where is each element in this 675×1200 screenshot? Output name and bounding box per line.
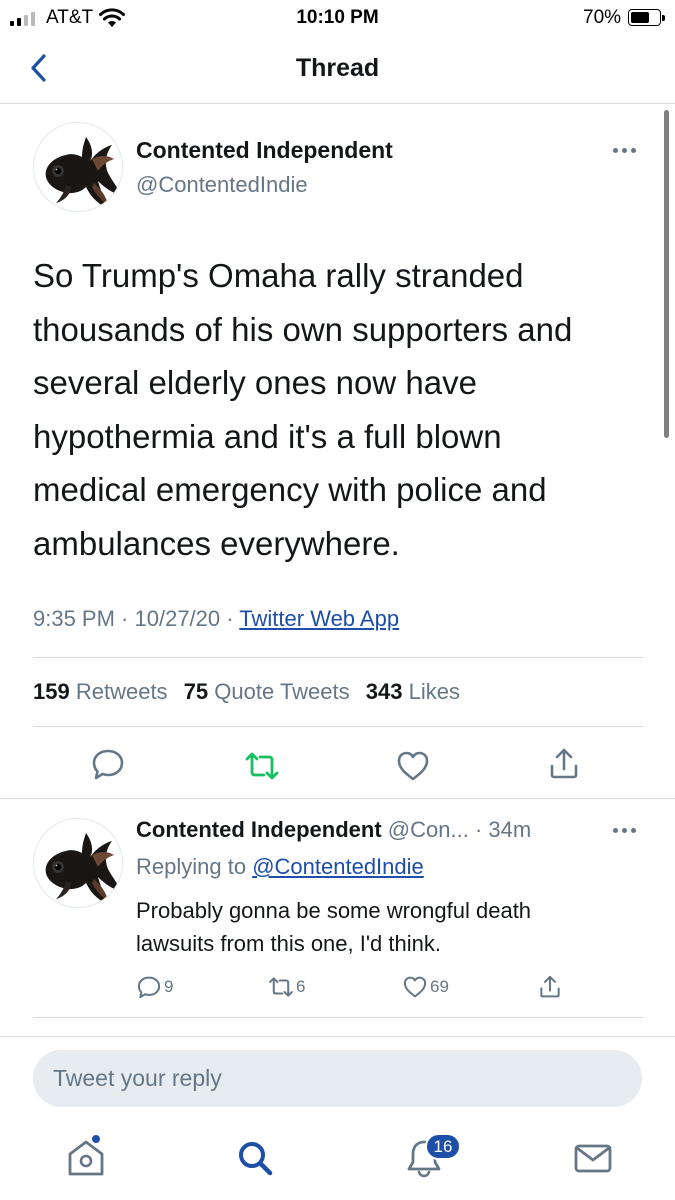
share-icon[interactable]	[546, 746, 582, 782]
meta-separator: ·	[114, 606, 135, 631]
more-options-icon[interactable]	[613, 828, 643, 838]
messages-mail-icon[interactable]	[571, 1136, 615, 1180]
reply-icon	[137, 976, 161, 999]
tweet-text-line: thousands of his own supporters and	[33, 310, 573, 348]
tweet-text: So Trump's Omaha rally stranded thousand…	[33, 249, 643, 570]
retweet-icon	[269, 977, 293, 997]
battery-icon	[628, 9, 665, 26]
nav-bar: Thread	[0, 36, 675, 104]
battery-percent: 70%	[583, 7, 622, 28]
compose-placeholder: Tweet your reply	[53, 1065, 222, 1091]
reply-compose-input[interactable]: Tweet your reply	[33, 1050, 642, 1107]
meta-separator: ·	[220, 606, 240, 631]
reply-author-handle[interactable]: @Con...	[388, 817, 469, 842]
likes-stat[interactable]: 343 Likes	[366, 679, 460, 704]
retweet-count: 6	[296, 977, 306, 996]
divider	[33, 657, 643, 658]
reply-action[interactable]: 9	[136, 974, 173, 1000]
author-name[interactable]: Contented Independent	[136, 137, 393, 164]
battery-fill	[631, 12, 649, 23]
search-icon[interactable]	[233, 1136, 277, 1180]
reply-text: Probably gonna be some wrongful death la…	[136, 894, 646, 960]
goldfish-avatar-icon	[45, 137, 120, 207]
like-count: 69	[430, 977, 449, 996]
divider	[0, 798, 675, 799]
avatar[interactable]	[33, 818, 123, 908]
tweet-text-line: ambulances everywhere.	[33, 524, 400, 562]
tweet-text-line: several elderly ones now have	[33, 364, 477, 401]
quote-tweets-stat[interactable]: 75 Quote Tweets	[184, 679, 350, 704]
retweet-icon[interactable]	[244, 748, 280, 784]
reply-author-name[interactable]: Contented Independent	[136, 817, 382, 842]
tweet-source-link[interactable]: Twitter Web App	[239, 606, 399, 631]
replying-to-link[interactable]: @ContentedIndie	[252, 854, 424, 879]
tweet-meta: 9:35 PM · 10/27/20 · Twitter Web App	[33, 606, 399, 632]
status-time: 10:10 PM	[296, 7, 379, 28]
status-bar: AT&T 10:10 PM 70%	[0, 0, 675, 36]
tweet-text-line: medical emergency with police and	[33, 471, 547, 508]
reply-text-line: Probably gonna be some wrongful death	[136, 898, 532, 923]
like-action[interactable]: 69	[402, 974, 449, 1000]
replying-prefix: Replying to	[136, 854, 247, 879]
author-handle[interactable]: @ContentedIndie	[136, 172, 308, 198]
tweet-date: 10/27/20	[134, 606, 221, 631]
page-title: Thread	[295, 54, 380, 82]
divider	[33, 726, 643, 727]
retweet-action[interactable]: 6	[268, 974, 305, 1000]
share-icon	[540, 975, 560, 998]
reply-count: 9	[164, 977, 174, 996]
goldfish-avatar-icon	[45, 833, 120, 903]
avatar[interactable]	[33, 122, 123, 212]
tweet-time: 9:35 PM	[33, 606, 115, 631]
tweet-text-line: hypothermia and it's a full blown	[33, 417, 502, 455]
reply-age: · 34m	[474, 817, 532, 842]
retweets-stat[interactable]: 159 Retweets	[33, 679, 168, 704]
divider	[33, 1017, 643, 1018]
compose-divider	[0, 1036, 675, 1037]
tweet-text-line: So Trump's Omaha rally stranded	[33, 257, 524, 294]
tweet-stats: 159 Retweets 75 Quote Tweets 343 Likes	[33, 679, 460, 705]
home-new-dot	[91, 1134, 101, 1144]
like-heart-icon[interactable]	[395, 748, 431, 784]
like-heart-icon	[403, 976, 427, 998]
reply-icon[interactable]	[90, 746, 126, 782]
replying-to: Replying to @ContentedIndie	[136, 854, 424, 880]
notifications-badge: 16	[425, 1133, 461, 1160]
reply-text-line: lawsuits from this one, I'd think.	[136, 931, 441, 956]
scrollbar[interactable]	[664, 110, 669, 438]
share-action[interactable]	[537, 974, 563, 1000]
more-options-icon[interactable]	[613, 148, 643, 158]
home-icon[interactable]	[64, 1136, 108, 1180]
reply-header: Contented Independent @Con... · 34m	[136, 817, 531, 843]
